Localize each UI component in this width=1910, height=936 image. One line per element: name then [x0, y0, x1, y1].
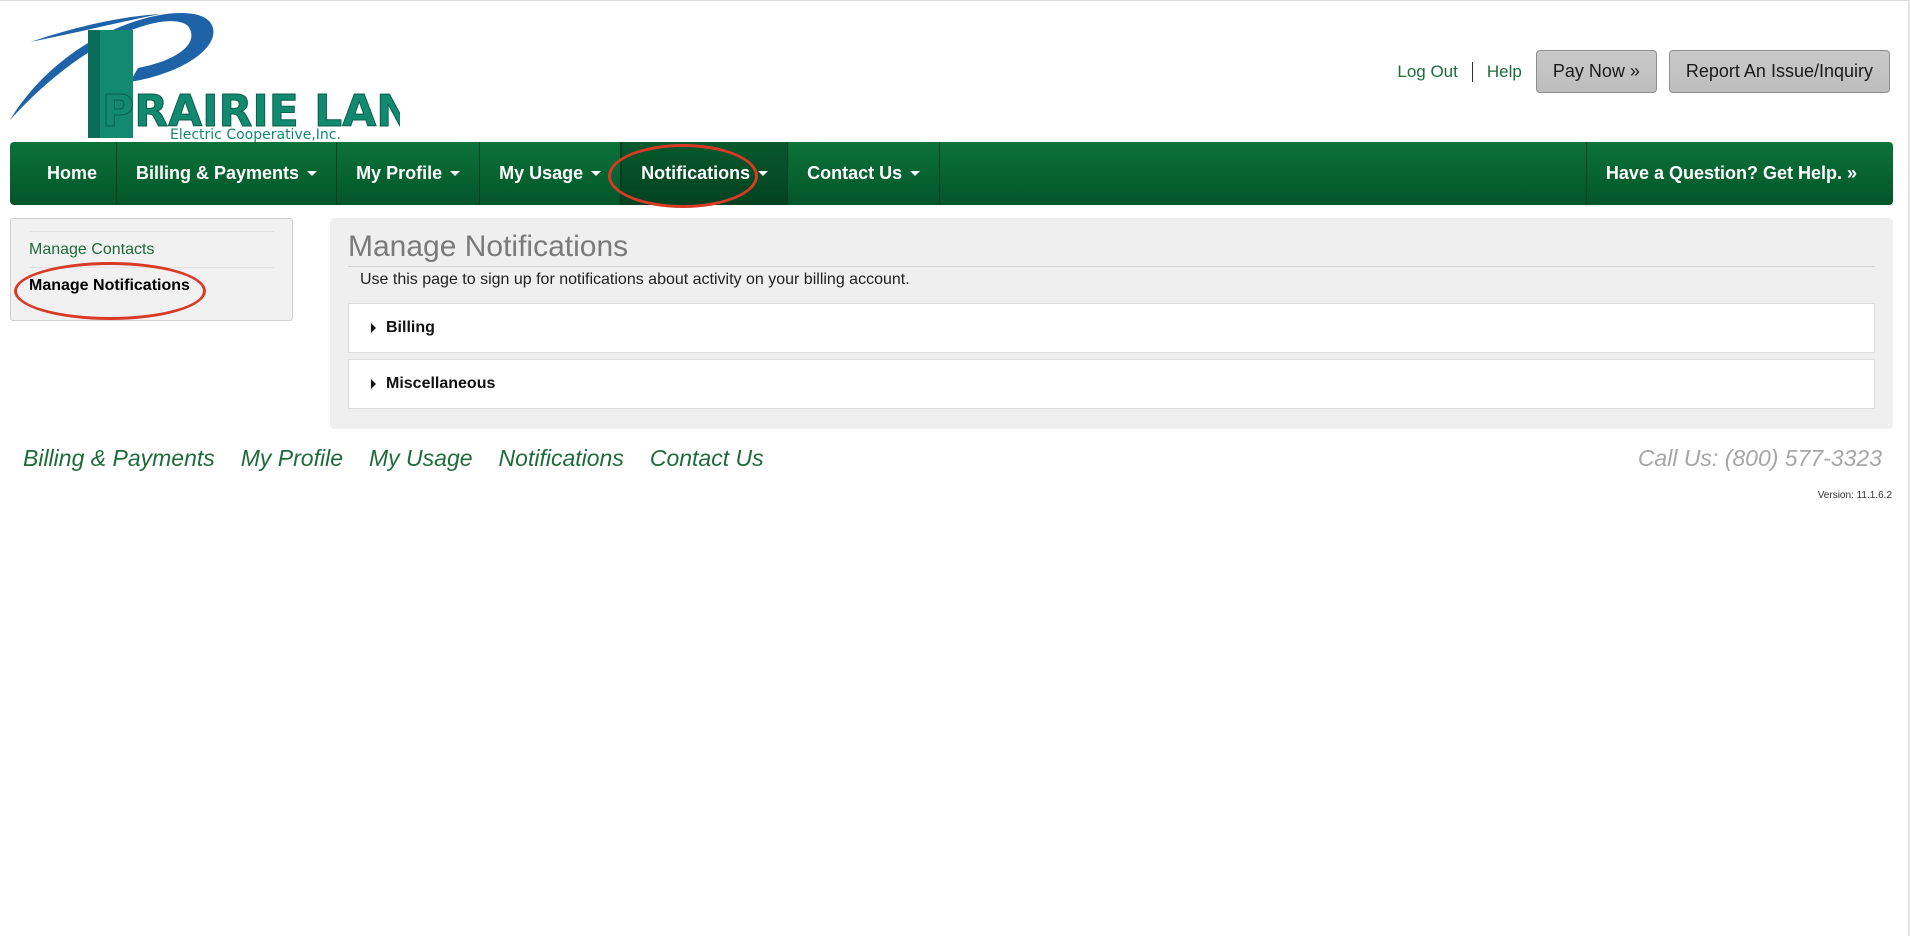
sidebar: Manage Contacts Manage Notifications	[10, 218, 293, 321]
logout-link[interactable]: Log Out	[1397, 62, 1458, 82]
header-separator	[1471, 61, 1473, 82]
nav-help-label: Have a Question? Get Help. »	[1605, 163, 1857, 183]
caret-right-icon	[371, 379, 376, 389]
call-us-phone: Call Us: (800) 577-3323	[1637, 445, 1882, 471]
footer-link-my-usage[interactable]: My Usage	[369, 445, 473, 472]
nav-my-profile[interactable]: My Profile	[337, 142, 481, 205]
footer-link-billing-payments[interactable]: Billing & Payments	[23, 445, 215, 472]
caret-down-icon	[910, 171, 921, 176]
report-issue-button[interactable]: Report An Issue/Inquiry	[1668, 50, 1890, 93]
prairie-land-logo[interactable]: PRAIRIE LAND Electric Cooperative,Inc.	[10, 2, 400, 142]
nav-billing-payments[interactable]: Billing & Payments	[117, 142, 338, 205]
nav-notifications-label: Notifications	[641, 163, 751, 183]
caret-down-icon	[307, 171, 318, 176]
nav-profile-label: My Profile	[356, 163, 443, 183]
header-links: Log Out Help Pay Now » Report An Issue/I…	[1397, 50, 1890, 93]
svg-text:Electric Cooperative,Inc.: Electric Cooperative,Inc.	[170, 127, 341, 142]
footer-link-my-profile[interactable]: My Profile	[241, 445, 343, 472]
sidebar-item-manage-contacts[interactable]: Manage Contacts	[29, 231, 274, 267]
caret-down-icon	[450, 171, 461, 176]
nav-usage-label: My Usage	[499, 163, 584, 183]
nav-get-help[interactable]: Have a Question? Get Help. »	[1585, 142, 1893, 205]
nav-home[interactable]: Home	[10, 142, 118, 205]
nav-contact-label: Contact Us	[807, 163, 903, 183]
top-border	[0, 0, 1910, 1]
version-label: Version: 11.1.6.2	[1817, 490, 1892, 501]
accordion-miscellaneous[interactable]: Miscellaneous	[348, 359, 1875, 409]
accordion-billing-label: Billing	[386, 319, 435, 336]
caret-right-icon	[371, 323, 376, 333]
nav-billing-label: Billing & Payments	[136, 163, 300, 183]
main-panel: Manage Notifications Use this page to si…	[330, 218, 1893, 429]
nav-notifications[interactable]: Notifications	[621, 142, 789, 205]
footer-link-contact-us[interactable]: Contact Us	[650, 445, 764, 472]
nav-contact-us[interactable]: Contact Us	[788, 142, 941, 205]
page-title: Manage Notifications	[348, 230, 1875, 267]
nav-home-label: Home	[47, 163, 98, 183]
page-description: Use this page to sign up for notificatio…	[360, 271, 910, 288]
caret-down-icon	[591, 171, 602, 176]
footer-link-notifications[interactable]: Notifications	[499, 445, 624, 472]
help-link[interactable]: Help	[1487, 62, 1522, 82]
accordion-miscellaneous-label: Miscellaneous	[386, 375, 496, 392]
pay-now-button[interactable]: Pay Now »	[1535, 50, 1657, 93]
main-navbar: Home Billing & Payments My Profile My Us…	[10, 142, 1893, 205]
caret-down-icon	[758, 171, 769, 176]
accordion-billing[interactable]: Billing	[348, 303, 1875, 353]
sidebar-item-manage-notifications[interactable]: Manage Notifications	[29, 267, 274, 303]
footer-nav: Billing & Payments My Profile My Usage N…	[23, 445, 790, 472]
nav-my-usage[interactable]: My Usage	[480, 142, 622, 205]
